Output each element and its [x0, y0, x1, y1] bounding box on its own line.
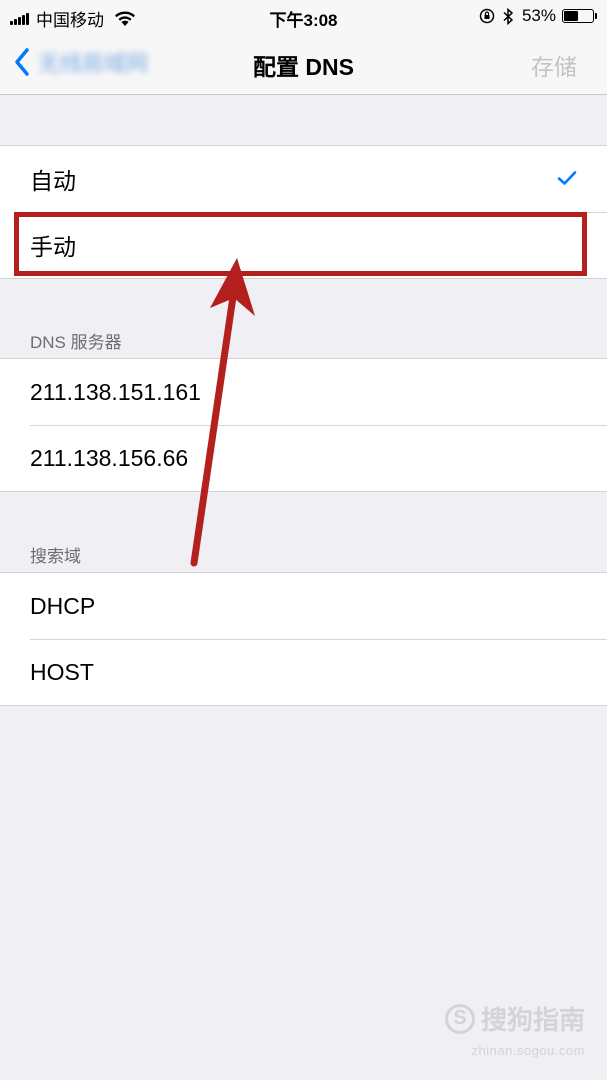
dns-server-value: 211.138.151.161 — [30, 378, 201, 405]
checkmark-icon — [557, 171, 577, 185]
status-right: 53% — [471, 6, 597, 26]
option-label: 自动 — [30, 168, 76, 194]
page-title: 配置 DNS — [253, 54, 354, 80]
watermark: S 搜狗指南 zhinan.sogou.com — [444, 1000, 585, 1058]
search-domain-group: DHCP HOST — [0, 572, 607, 706]
search-domain-section-header: 搜索域 — [30, 547, 81, 566]
option-automatic[interactable]: 自动 — [0, 146, 607, 212]
save-button[interactable]: 存储 — [531, 48, 577, 82]
dns-server-row[interactable]: 211.138.156.66 — [0, 425, 607, 491]
sogou-logo-icon: S — [444, 1003, 475, 1034]
orientation-lock-icon — [479, 8, 495, 24]
search-domain-row[interactable]: DHCP — [0, 573, 607, 639]
status-bar: 中国移动 下午3:08 53% — [0, 0, 607, 32]
dns-servers-group: 211.138.151.161 211.138.156.66 — [0, 358, 607, 492]
config-mode-group: 自动 手动 — [0, 145, 607, 279]
watermark-title: 搜狗指南 — [480, 1005, 585, 1035]
dns-section-header: DNS 服务器 — [30, 333, 122, 352]
option-manual[interactable]: 手动 — [0, 212, 607, 278]
battery-icon — [562, 9, 597, 23]
option-label: 手动 — [30, 234, 76, 260]
navigation-bar: 无线局域网 配置 DNS 存储 — [0, 32, 607, 95]
search-domain-value: HOST — [30, 658, 94, 685]
dns-server-value: 211.138.156.66 — [30, 444, 189, 471]
battery-percent: 53% — [521, 6, 556, 25]
dns-server-row[interactable]: 211.138.151.161 — [0, 359, 607, 425]
watermark-subtitle: zhinan.sogou.com — [471, 1043, 585, 1058]
search-domain-value: DHCP — [30, 592, 96, 619]
bluetooth-icon — [503, 7, 514, 25]
battery-fill — [564, 11, 578, 21]
search-domain-row[interactable]: HOST — [0, 639, 607, 705]
